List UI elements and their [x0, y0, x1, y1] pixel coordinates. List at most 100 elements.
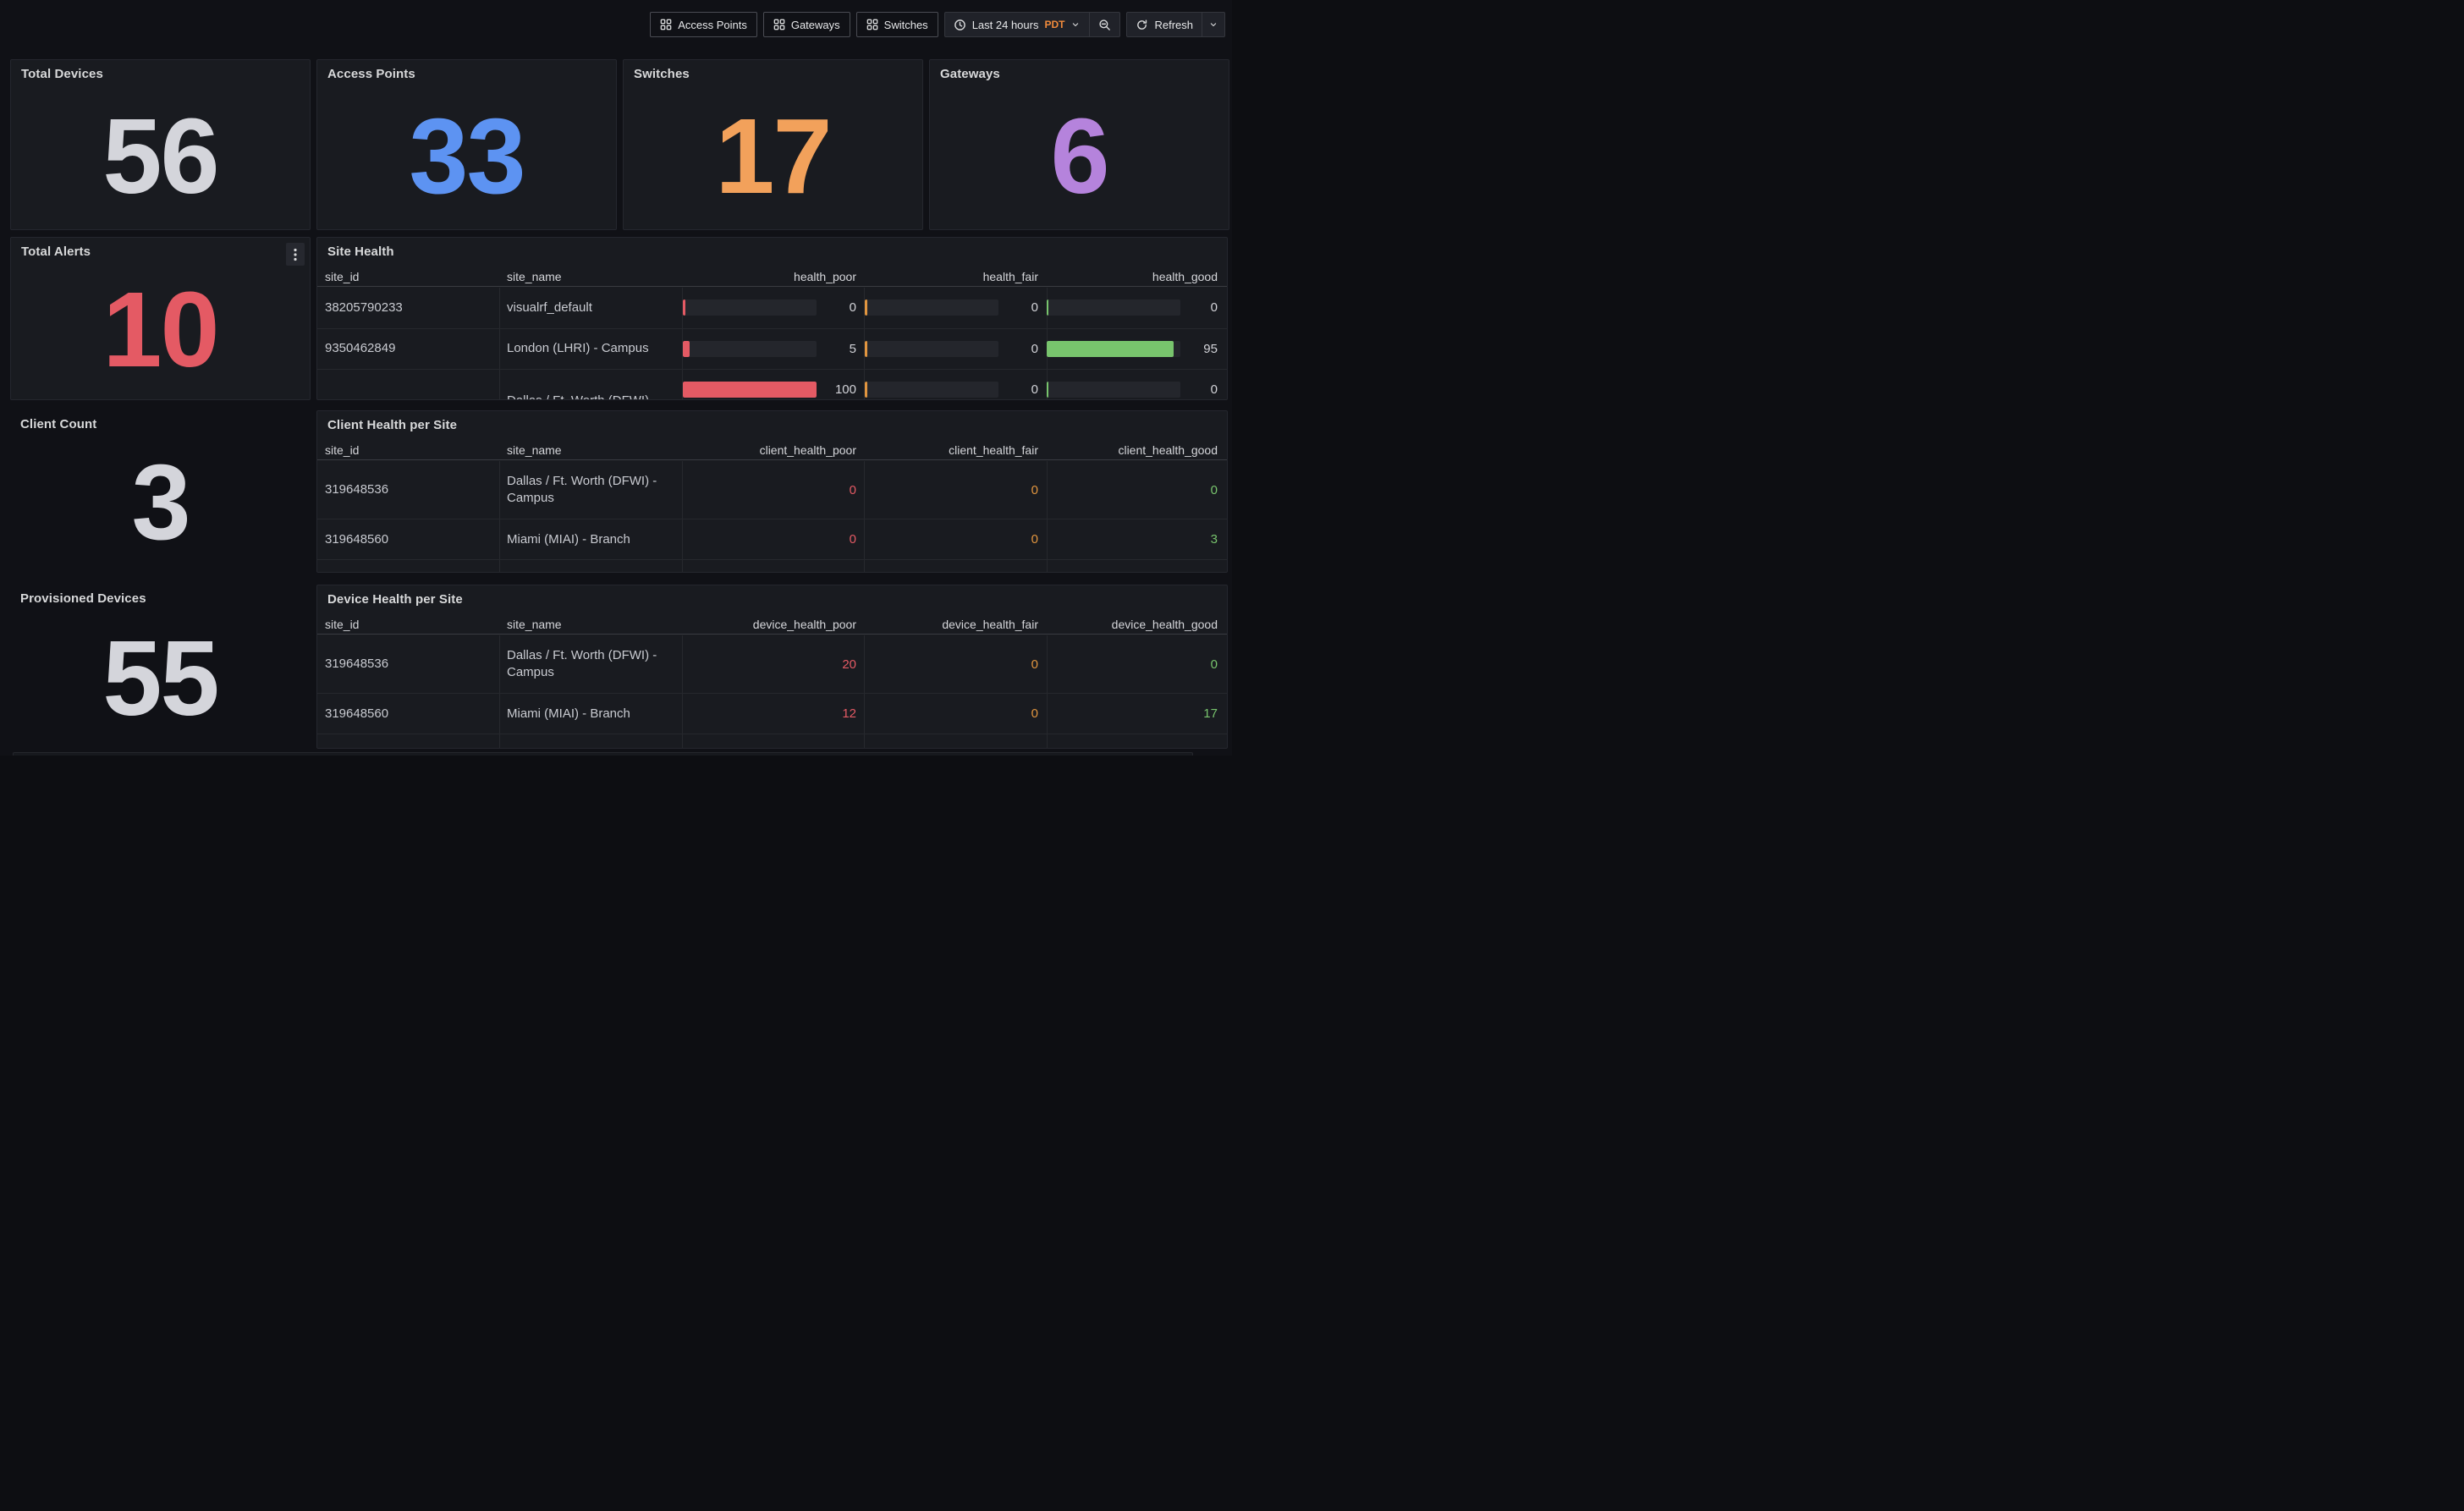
gauge-value: 95 [1180, 342, 1227, 356]
column-header-client_health_good[interactable]: client_health_good [1045, 443, 1227, 459]
gauge-value: 0 [1180, 300, 1227, 315]
refresh-icon [1136, 19, 1148, 31]
gauge-fill [1047, 382, 1049, 398]
gauge-value: 5 [817, 342, 863, 356]
gauge-track [865, 341, 998, 357]
column-header-site_id[interactable]: site_id [317, 270, 499, 286]
gauge-fill [1047, 341, 1174, 357]
value-cell: 20 [681, 657, 863, 672]
health-value: 20 [681, 657, 863, 672]
panel-total-alerts: Total Alerts 10 [10, 237, 311, 400]
gauge-value: 0 [998, 342, 1045, 356]
stat-value: 56 [102, 103, 217, 210]
column-header-site_name[interactable]: site_name [499, 270, 681, 286]
health-value: 0 [863, 483, 1045, 497]
gauge-fill [865, 341, 867, 357]
gauge-fill [865, 299, 867, 316]
health-value: 0 [1045, 657, 1227, 672]
table-row: 38205790233visualrf_default000 [317, 288, 1227, 329]
cell-site-name: Dallas / Ft. Worth (DFWI) - Campus [499, 647, 681, 681]
chevron-down-icon [1070, 19, 1081, 30]
gauge-track [1047, 341, 1180, 357]
gauge-fill [1047, 299, 1049, 316]
stat-value: 55 [102, 625, 217, 732]
stat-value: 6 [1050, 103, 1108, 210]
gauge-cell: 0 [863, 299, 1045, 316]
grid-icon [773, 19, 785, 30]
table-header-row: site_idsite_namedevice_health_poordevice… [317, 618, 1227, 635]
column-header-health_poor[interactable]: health_poor [681, 270, 863, 286]
panel-menu-button[interactable] [286, 243, 305, 266]
time-zoom-out-button[interactable] [1089, 13, 1119, 36]
gauge-track [1047, 382, 1180, 398]
value-cell: 0 [681, 483, 863, 497]
gauge-cell: 0 [1045, 299, 1227, 316]
table-row: Dallas / Ft. Worth (DFWI) -10000 [317, 370, 1227, 399]
health-value: 0 [863, 706, 1045, 721]
column-header-site_name[interactable]: site_name [499, 443, 681, 459]
gauge-value: 0 [817, 300, 863, 315]
column-header-health_good[interactable]: health_good [1045, 270, 1227, 286]
nav-button-access-points[interactable]: Access Points [650, 12, 757, 37]
gauge-cell: 5 [681, 341, 863, 357]
column-header-client_health_fair[interactable]: client_health_fair [863, 443, 1045, 459]
column-header-device_health_poor[interactable]: device_health_poor [681, 618, 863, 634]
value-cell: 3 [1045, 532, 1227, 547]
cell-site-id: 319648536 [317, 656, 499, 673]
device-health-table: site_idsite_namedevice_health_poordevice… [317, 618, 1227, 748]
panel-site-health: Site Health site_idsite_namehealth_poorh… [316, 237, 1228, 400]
panel-switches: Switches 17 [623, 59, 923, 230]
gauge-fill [683, 382, 817, 398]
value-cell: 0 [863, 483, 1045, 497]
cell-site-name: Dallas / Ft. Worth (DFWI) - Campus [499, 473, 681, 507]
gauge-fill [683, 299, 685, 316]
panel-title: Switches [634, 67, 690, 81]
chevron-down-icon [1208, 19, 1218, 30]
table-body: 38205790233visualrf_default0009350462849… [317, 288, 1227, 399]
column-header-site_id[interactable]: site_id [317, 618, 499, 634]
nav-button-label: Access Points [678, 19, 747, 31]
health-value: 0 [681, 532, 863, 547]
nav-button-switches[interactable]: Switches [856, 12, 938, 37]
panel-title: Gateways [940, 67, 1000, 81]
panel-title: Client Count [20, 417, 96, 431]
grafana-dashboard: Access Points Gateways Switches Last 24 … [0, 0, 1232, 756]
column-header-site_name[interactable]: site_name [499, 618, 681, 634]
column-header-health_fair[interactable]: health_fair [863, 270, 1045, 286]
table-row: 9350462849London (LHRI) - Campus 5 0 95 [317, 329, 1227, 371]
column-header-site_id[interactable]: site_id [317, 443, 499, 459]
table-row: 319648536Dallas / Ft. Worth (DFWI) - Cam… [317, 635, 1227, 694]
value-cell: 0 [681, 532, 863, 547]
health-value: 0 [1045, 483, 1227, 497]
panel-title: Site Health [327, 245, 394, 259]
nav-button-gateways[interactable]: Gateways [763, 12, 850, 37]
cell-site-id: 319648560 [317, 531, 499, 548]
table-row: 319648536Dallas / Ft. Worth (DFWI) - Cam… [317, 461, 1227, 519]
column-header-device_health_fair[interactable]: device_health_fair [863, 618, 1045, 634]
gauge-fill [683, 341, 690, 357]
panel-device-health: Device Health per Site site_idsite_named… [316, 585, 1228, 749]
column-header-client_health_poor[interactable]: client_health_poor [681, 443, 863, 459]
refresh-button[interactable]: Refresh [1127, 13, 1202, 36]
nav-button-label: Switches [884, 19, 928, 31]
refresh-label: Refresh [1154, 19, 1193, 31]
time-range-button[interactable]: Last 24 hours PDT [945, 13, 1090, 36]
value-cell: 17 [1045, 706, 1227, 721]
health-value: 17 [1045, 706, 1227, 721]
timezone-label: PDT [1044, 19, 1064, 30]
cell-site-name: Miami (MIAI) - Branch [499, 531, 681, 548]
clock-icon [954, 19, 966, 31]
column-header-device_health_good[interactable]: device_health_good [1045, 618, 1227, 634]
cell-site-id: 38205790233 [317, 299, 499, 316]
refresh-interval-dropdown[interactable] [1202, 13, 1224, 36]
panel-title: Total Devices [21, 67, 103, 81]
table-header-row: site_idsite_nameclient_health_poorclient… [317, 443, 1227, 460]
refresh-control: Refresh [1126, 12, 1225, 37]
table-row: 319648560Miami (MIAI) - Branch12017 [317, 694, 1227, 734]
health-value: 3 [1045, 532, 1227, 547]
panel-provisioned-devices: Provisioned Devices 55 [10, 585, 311, 749]
cell-site-id: 9350462849 [317, 340, 499, 357]
health-value: 0 [863, 657, 1045, 672]
value-cell: 0 [1045, 483, 1227, 497]
cell-site-name: London (LHRI) - Campus [499, 340, 681, 357]
